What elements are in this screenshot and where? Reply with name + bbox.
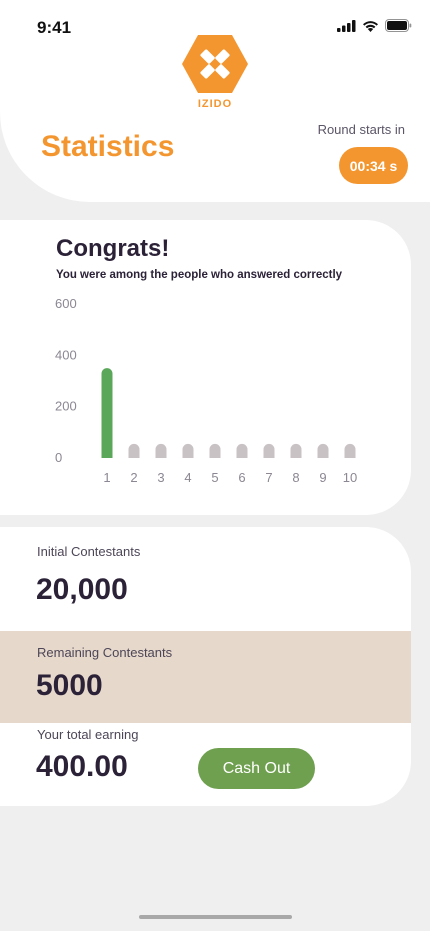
remaining-contestants-value: 5000 — [36, 669, 103, 702]
x-tick-label: 6 — [238, 470, 245, 485]
round-label: Round starts in — [317, 122, 405, 137]
x-tick-label: 8 — [292, 470, 299, 485]
x-tick-label: 10 — [343, 470, 357, 485]
bar — [128, 443, 140, 458]
wifi-icon — [363, 20, 378, 32]
logo-text: IZIDO — [197, 98, 233, 110]
x-tick-label: 4 — [184, 470, 191, 485]
bar — [263, 443, 275, 458]
bar — [290, 443, 302, 458]
page-title: Statistics — [41, 130, 175, 163]
cash-out-button[interactable]: Cash Out — [198, 748, 315, 789]
total-earning-label: Your total earning — [37, 727, 139, 742]
remaining-contestants-label: Remaining Contestants — [37, 645, 173, 660]
x-tick-label: 7 — [265, 470, 272, 485]
answers-bar-chart: 0 200 400 600 1 2 3 4 5 6 7 8 9 10 — [55, 296, 357, 485]
round-timer-badge: 00:34 s — [339, 147, 408, 184]
bar — [236, 443, 248, 458]
congrats-subheading: You were among the people who answered c… — [56, 269, 343, 281]
y-tick-label: 400 — [55, 347, 77, 362]
bar — [344, 443, 356, 458]
bar — [155, 443, 167, 458]
x-tick-label: 2 — [130, 470, 137, 485]
bar — [182, 443, 194, 458]
stats-card: Initial Contestants 20,000 Remaining Con… — [0, 527, 411, 806]
x-tick-label: 5 — [211, 470, 218, 485]
total-earning-value: 400.00 — [36, 750, 128, 783]
y-tick-label: 200 — [55, 399, 77, 414]
signal-icon — [337, 19, 356, 32]
system-icons — [337, 19, 412, 32]
x-tick-label: 3 — [157, 470, 164, 485]
bar — [209, 443, 221, 458]
initial-contestants-value: 20,000 — [36, 573, 128, 606]
congrats-heading: Congrats! — [56, 235, 170, 262]
bar-correct-answer — [101, 368, 113, 458]
status-bar: 9:41 — [0, 0, 430, 50]
x-tick-label: 9 — [319, 470, 326, 485]
home-indicator — [139, 915, 292, 919]
y-tick-label: 0 — [55, 450, 62, 465]
battery-icon — [385, 19, 412, 32]
y-tick-label: 600 — [55, 296, 77, 311]
status-time: 9:41 — [37, 18, 72, 37]
x-tick-label: 1 — [103, 470, 110, 485]
initial-contestants-label: Initial Contestants — [37, 544, 141, 559]
bar — [317, 443, 329, 458]
